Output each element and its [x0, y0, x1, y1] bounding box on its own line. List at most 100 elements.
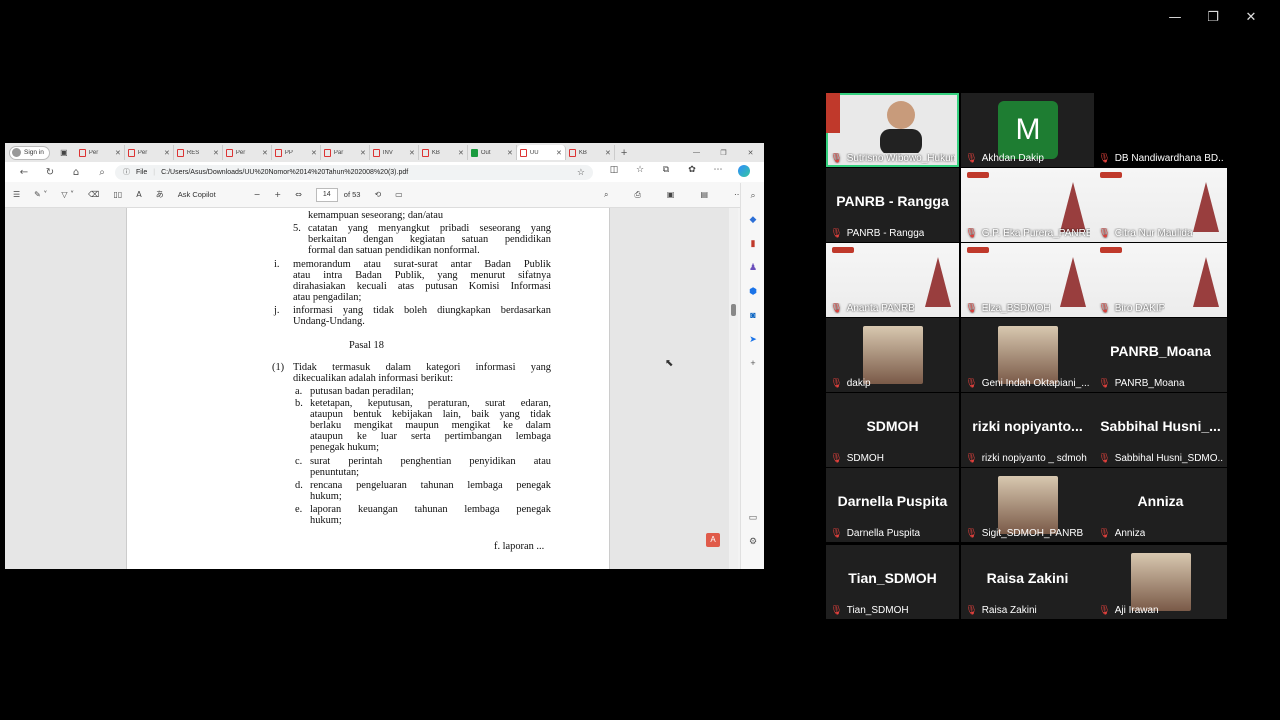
draw-icon[interactable]: ▽ ˅ — [61, 190, 74, 199]
browser-restore-button[interactable]: ❐ — [710, 149, 737, 157]
participant-tile[interactable]: Darnella Puspita 🎙 Darnella Puspita — [826, 468, 959, 542]
pdf-file-icon — [372, 148, 380, 157]
more-menu-icon[interactable]: ⋯ — [705, 165, 731, 180]
participant-tile[interactable]: 🎙 Biro DAKIP — [1094, 243, 1227, 317]
sidebar-settings-icon[interactable]: ⚙ — [741, 529, 764, 553]
participant-tile[interactable]: PANRB_Moana 🎙 PANRB_Moana — [1094, 318, 1227, 392]
mic-muted-icon: 🎙 — [830, 228, 843, 239]
browser-tab[interactable]: Per ✕ — [76, 145, 125, 160]
close-tab-icon[interactable]: ✕ — [556, 149, 562, 157]
sidebar-add-icon[interactable]: + — [741, 351, 764, 375]
sidebar-games-icon[interactable]: ♟ — [741, 255, 764, 279]
extensions-icon[interactable]: ✿ — [679, 165, 705, 180]
participant-tile[interactable]: 🎙 Elza_BSDMOH — [961, 243, 1094, 317]
participant-tile[interactable]: rizki nopiyanto... 🎙 rizki nopiyanto _ sdm… — [961, 393, 1094, 467]
tab-actions-icon[interactable]: ▣ — [58, 147, 70, 159]
profile-button[interactable]: Sign in — [9, 145, 50, 160]
read-aloud-icon[interactable]: A — [136, 190, 141, 199]
participant-tile[interactable]: 🎙 dakip — [826, 318, 959, 392]
print-icon[interactable]: ⎙ — [634, 190, 640, 200]
address-bar[interactable]: ⓘ File | C:/Users/Asus/Downloads/UU%20No… — [115, 164, 593, 180]
erase-icon[interactable]: ⌫ — [88, 190, 99, 199]
home-icon[interactable]: ⌂ — [63, 167, 89, 178]
tab-label: UU — [529, 149, 539, 156]
participant-tile[interactable]: Raisa Zakini 🎙 Raisa Zakini — [961, 545, 1094, 619]
participant-tile[interactable]: 🎙 Geni Indah Oktapiani_... — [961, 318, 1094, 392]
browser-close-button[interactable]: ✕ — [737, 149, 764, 157]
close-tab-icon[interactable]: ✕ — [115, 149, 121, 157]
close-button[interactable]: ✕ — [1232, 8, 1270, 28]
sidebar-m365-icon[interactable]: ⬢ — [741, 279, 764, 303]
page-view-icon[interactable]: ▯▯ — [113, 190, 122, 199]
search-icon[interactable]: ⌕ — [89, 167, 115, 178]
favorites-icon[interactable]: ☆ — [627, 165, 653, 180]
vertical-scrollbar[interactable] — [729, 208, 738, 569]
browser-tab[interactable]: PP ✕ — [272, 145, 321, 160]
contents-icon[interactable]: ☰ — [13, 190, 20, 199]
participant-tile[interactable]: Anniza 🎙 Anniza — [1094, 468, 1227, 542]
back-icon[interactable]: ← — [11, 167, 37, 178]
participant-tile[interactable]: 🎙 Sigit_SDMOH_PANRB — [961, 468, 1094, 542]
participant-tile[interactable]: 🎙 DB Nandiwardhana BD... — [1094, 93, 1227, 167]
close-tab-icon[interactable]: ✕ — [311, 149, 317, 157]
sidebar-search-icon[interactable]: ⌕ — [741, 183, 764, 207]
restore-button[interactable]: ❐ — [1194, 8, 1232, 28]
participant-tile[interactable]: Tian_SDMOH 🎙 Tian_SDMOH — [826, 545, 959, 619]
refresh-icon[interactable]: ↻ — [37, 167, 63, 178]
close-tab-icon[interactable]: ✕ — [507, 149, 513, 157]
new-tab-button[interactable]: + — [621, 147, 627, 159]
participant-tile[interactable]: PANRB - Rangga 🎙 PANRB - Rangga — [826, 168, 959, 242]
participant-tile[interactable]: M 🎙 Akhdan Dakip — [961, 93, 1094, 167]
translate-icon[interactable]: あ — [156, 189, 164, 200]
save-as-icon[interactable]: ▤ — [700, 190, 708, 200]
browser-tab[interactable]: UU ✕ — [516, 145, 566, 160]
browser-tab[interactable]: KB ✕ — [566, 145, 615, 160]
close-tab-icon[interactable]: ✕ — [213, 149, 219, 157]
copilot-icon[interactable] — [731, 164, 757, 180]
browser-tab[interactable]: Par ✕ — [321, 145, 370, 160]
scrollbar-thumb[interactable] — [731, 304, 736, 316]
close-tab-icon[interactable]: ✕ — [262, 149, 268, 157]
browser-minimize-button[interactable]: — — [683, 149, 710, 157]
highlight-icon[interactable]: ✎ ˅ — [34, 190, 47, 199]
close-tab-icon[interactable]: ✕ — [605, 149, 611, 157]
ask-copilot-button[interactable]: Ask Copilot — [178, 190, 216, 199]
browser-tab[interactable]: Per ✕ — [125, 145, 174, 160]
close-tab-icon[interactable]: ✕ — [164, 149, 170, 157]
collections-icon[interactable]: ⧉ — [653, 165, 679, 180]
participant-tile[interactable]: 🎙 Citra Nur Maulida — [1094, 168, 1227, 242]
pdf-viewer[interactable]: kemampuan seseorang; dan/atau 5. catatan… — [5, 208, 738, 569]
favorite-star-icon[interactable]: ☆ — [577, 167, 585, 178]
close-tab-icon[interactable]: ✕ — [409, 149, 415, 157]
sidebar-drop-icon[interactable]: ➤ — [741, 327, 764, 351]
two-page-icon[interactable]: ▭ — [395, 190, 403, 199]
save-icon[interactable]: ▣ — [667, 190, 675, 200]
close-tab-icon[interactable]: ✕ — [458, 149, 464, 157]
participant-tile[interactable]: 🎙Sutrisno Wibowo_Hukum... — [826, 93, 959, 167]
browser-tab[interactable]: KB ✕ — [419, 145, 468, 160]
acrobat-icon[interactable]: A — [706, 533, 720, 547]
split-screen-icon[interactable]: ◫ — [601, 165, 627, 180]
browser-tab[interactable]: Per ✕ — [223, 145, 272, 160]
participant-name: 🎙 Sabbihal Husni_SDMO... — [1098, 453, 1223, 464]
sidebar-outlook-icon[interactable]: ◙ — [741, 303, 764, 327]
page-number-input[interactable]: 14 — [315, 187, 338, 202]
sidebar-tools-icon[interactable]: ▮ — [741, 231, 764, 255]
find-icon[interactable]: ⌕ — [604, 190, 608, 200]
zoom-out-icon[interactable]: − — [254, 190, 261, 199]
browser-tab[interactable]: RES ✕ — [174, 145, 223, 160]
participant-tile[interactable]: 🎙 Ananta PANRB — [826, 243, 959, 317]
close-tab-icon[interactable]: ✕ — [360, 149, 366, 157]
browser-tab[interactable]: INV ✕ — [370, 145, 419, 160]
rotate-icon[interactable]: ⟲ — [374, 190, 381, 199]
fit-page-icon[interactable]: ⇔ — [295, 190, 302, 199]
browser-tab[interactable]: Out ✕ — [468, 145, 517, 160]
participant-tile[interactable]: 🎙 G.P. Eka Purera_PANRB — [961, 168, 1094, 242]
sidebar-screenshot-icon[interactable]: ▭ — [741, 505, 764, 529]
sidebar-shopping-icon[interactable]: ◆ — [741, 207, 764, 231]
participant-tile[interactable]: SDMOH 🎙 SDMOH — [826, 393, 959, 467]
minimize-button[interactable]: — — [1156, 8, 1194, 28]
participant-tile[interactable]: 🎙 Aji Irawan — [1094, 545, 1227, 619]
participant-tile[interactable]: Sabbihal Husni_... 🎙 Sabbihal Husni_SDMO..… — [1094, 393, 1227, 467]
zoom-in-icon[interactable]: + — [274, 190, 281, 199]
